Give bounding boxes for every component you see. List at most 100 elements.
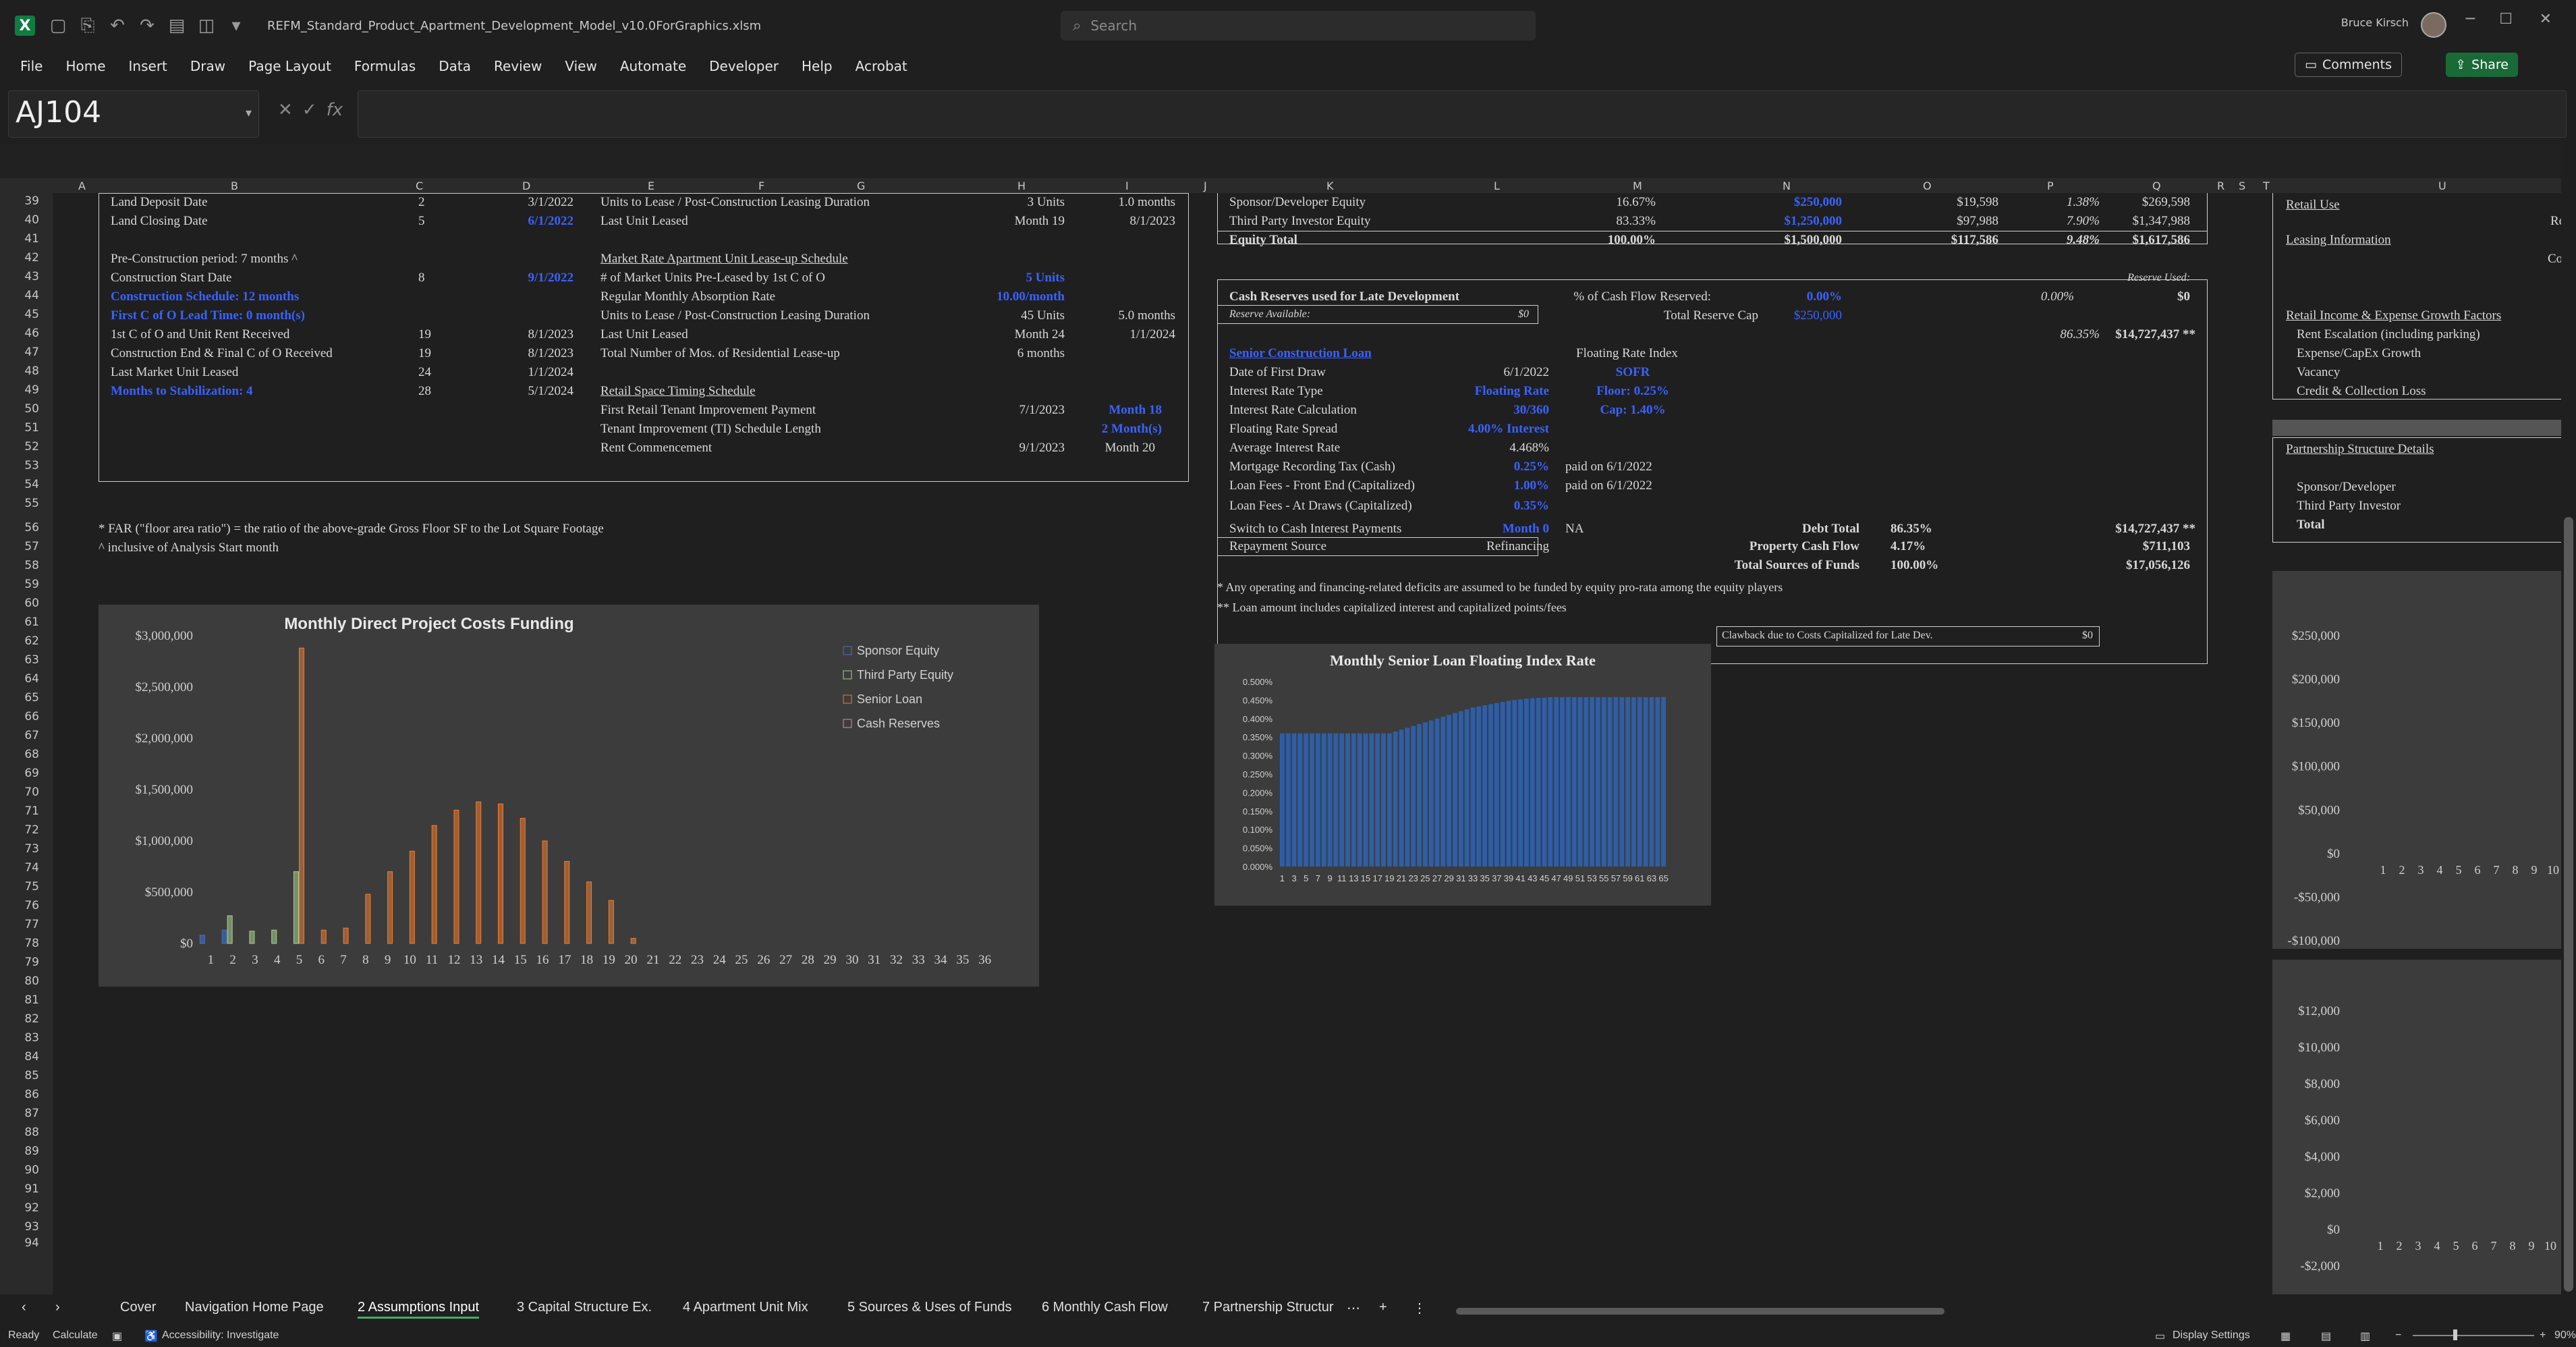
cell-l48[interactable]: 6/1/2022 (1503, 364, 1549, 381)
menu-page-layout[interactable]: Page Layout (248, 58, 331, 74)
cell-k40[interactable]: Third Party Investor Equity (1229, 213, 1371, 229)
tab-partnership-structure[interactable]: 7 Partnership Structur (1202, 1300, 1334, 1315)
comments-button[interactable]: ▭ Comments (2295, 53, 2402, 77)
cell-h52[interactable]: 9/1/2023 (1019, 440, 1065, 456)
expense-growth-label[interactable]: Expense/CapEx Growth (2297, 346, 2421, 362)
horizontal-scrollbar[interactable] (1449, 1308, 2561, 1315)
row-header-75[interactable]: 75 (24, 880, 39, 894)
cell-l50[interactable]: 30/360 (1513, 402, 1549, 418)
cell-k51[interactable]: Floating Rate Spread (1229, 421, 1337, 437)
cell-q46[interactable]: $14,727,437 ** (2115, 327, 2195, 343)
cell-k54[interactable]: Loan Fees - Front End (Capitalized) (1229, 478, 1415, 494)
column-header-n[interactable]: N (1783, 180, 1791, 192)
cell-e43[interactable]: # of Market Units Pre-Leased by 1st C of… (600, 270, 825, 286)
menu-draw[interactable]: Draw (190, 58, 225, 74)
cell-k50[interactable]: Interest Rate Calculation (1229, 402, 1357, 418)
third-party-label[interactable]: Third Party Investor (2297, 498, 2401, 514)
column-header-m[interactable]: M (1633, 180, 1642, 192)
row-header-63[interactable]: 63 (24, 653, 39, 667)
sheet-area[interactable]: Land Deposit Date 2 3/1/2022 Units to Le… (54, 193, 2561, 1294)
close-button[interactable]: ✕ (2540, 11, 2552, 28)
cell-o39[interactable]: $19,598 (1957, 194, 1998, 211)
row-header-72[interactable]: 72 (24, 823, 39, 837)
loan-note[interactable]: ** Loan amount includes capitalized inte… (1217, 599, 1567, 615)
floating-rate-chart[interactable]: Monthly Senior Loan Floating Index Rate 0… (1214, 644, 1711, 906)
menu-developer[interactable]: Developer (709, 58, 779, 74)
cell-k55[interactable]: Loan Fees - At Draws (Capitalized) (1229, 498, 1412, 514)
menu-help[interactable]: Help (802, 58, 833, 74)
avatar[interactable] (2421, 12, 2446, 38)
row-header-84[interactable]: 84 (24, 1050, 39, 1064)
reserve-used-label[interactable]: Reserve Used: (2127, 270, 2190, 286)
row-header-77[interactable]: 77 (24, 918, 39, 931)
row-header-52[interactable]: 52 (24, 440, 39, 453)
zoom-slider[interactable] (2413, 1335, 2534, 1336)
cell-n41[interactable]: $1,500,000 (1785, 232, 1843, 248)
fx-icon[interactable]: fx (327, 100, 343, 120)
clawback-value[interactable]: $0 (2082, 628, 2093, 644)
cell-p41[interactable]: 9.48% (2067, 232, 2100, 248)
row-header-82[interactable]: 82 (24, 1012, 39, 1026)
cell-i52[interactable]: Month 20 (1105, 440, 1155, 456)
cell-n44[interactable]: 0.00% (1807, 289, 1842, 305)
cell-k45[interactable]: Reserve Available: (1229, 306, 1310, 323)
status-display-settings[interactable]: Display Settings (2173, 1329, 2250, 1342)
enter-icon[interactable]: ✓ (302, 100, 317, 120)
row-header-55[interactable]: 55 (24, 497, 39, 510)
cell-o41[interactable]: $117,586 (1951, 232, 1998, 248)
cell-p39[interactable]: 1.38% (2067, 194, 2100, 211)
tab-monthly-cash-flow[interactable]: 6 Monthly Cash Flow (1042, 1300, 1168, 1315)
customize-toolbar-icon[interactable]: ▾ (221, 16, 251, 36)
row-header-42[interactable]: 42 (24, 251, 39, 265)
cell-c43[interactable]: 8 (418, 270, 425, 286)
cell-e47[interactable]: Total Number of Mos. of Residential Leas… (600, 346, 840, 362)
cell-e45[interactable]: Units to Lease / Post-Construction Leasi… (600, 308, 870, 324)
maximize-button[interactable]: ☐ (2499, 11, 2513, 28)
cell-c40[interactable]: 5 (418, 213, 425, 229)
column-header-k[interactable]: K (1326, 180, 1334, 192)
menu-formulas[interactable]: Formulas (354, 58, 416, 74)
row-header-39[interactable]: 39 (24, 194, 39, 208)
column-header-g[interactable]: G (857, 180, 865, 192)
normal-view-icon[interactable]: ▦ (2280, 1329, 2291, 1343)
cell-d43[interactable]: 9/1/2022 (528, 270, 573, 286)
row-header-67[interactable]: 67 (24, 729, 39, 742)
cell-i45[interactable]: 5.0 months (1119, 308, 1175, 324)
cell-b39[interactable]: Land Deposit Date (111, 194, 208, 211)
formula-input[interactable] (358, 90, 2567, 138)
cell-h39[interactable]: 3 Units (1028, 194, 1065, 211)
row-header-60[interactable]: 60 (24, 597, 39, 610)
menu-automate[interactable]: Automate (620, 58, 686, 74)
cell-n57[interactable]: Property Cash Flow (1749, 539, 1859, 555)
macro-icon[interactable]: ▣ (112, 1329, 122, 1343)
column-header-b[interactable]: B (231, 180, 238, 192)
cell-e42[interactable]: Market Rate Apartment Unit Lease-up Sche… (600, 251, 848, 267)
cell-q58[interactable]: $17,056,126 (2126, 557, 2190, 574)
zoom-level[interactable]: 90% (2554, 1329, 2576, 1342)
row-header-91[interactable]: 91 (24, 1182, 39, 1196)
cell-k39[interactable]: Sponsor/Developer Equity (1229, 194, 1366, 211)
row-header-92[interactable]: 92 (24, 1201, 39, 1215)
cell-b44[interactable]: Construction Schedule: 12 months (111, 289, 299, 305)
camera-icon[interactable]: ◫ (192, 16, 221, 36)
row-header-61[interactable]: 61 (24, 615, 39, 629)
cell-k41[interactable]: Equity Total (1229, 232, 1297, 248)
column-header-h[interactable]: H (1017, 180, 1026, 192)
cell-c47[interactable]: 19 (418, 346, 431, 362)
more-tabs-icon[interactable]: ⋯ (1347, 1300, 1360, 1317)
column-header-d[interactable]: D (522, 180, 530, 192)
column-header-a[interactable]: A (78, 180, 86, 192)
row-header-80[interactable]: 80 (24, 974, 39, 988)
rentable-label[interactable]: Rentable (2550, 213, 2561, 229)
zoom-in-icon[interactable]: + (2540, 1329, 2546, 1342)
cell-b48[interactable]: Last Market Unit Leased (111, 364, 238, 381)
cell-q41[interactable]: $1,617,586 (2133, 232, 2191, 248)
cell-e39[interactable]: Units to Lease / Post-Construction Leasi… (600, 194, 870, 211)
cell-n40[interactable]: $1,250,000 (1785, 213, 1843, 229)
search-input[interactable]: ⌕ Search (1061, 11, 1536, 40)
cell-p58[interactable]: 100.00% (1891, 557, 1938, 574)
row-header-58[interactable]: 58 (24, 559, 39, 572)
cell-l45[interactable]: $0 (1518, 306, 1529, 323)
row-header-50[interactable]: 50 (24, 402, 39, 416)
cell-c49[interactable]: 28 (418, 383, 431, 400)
